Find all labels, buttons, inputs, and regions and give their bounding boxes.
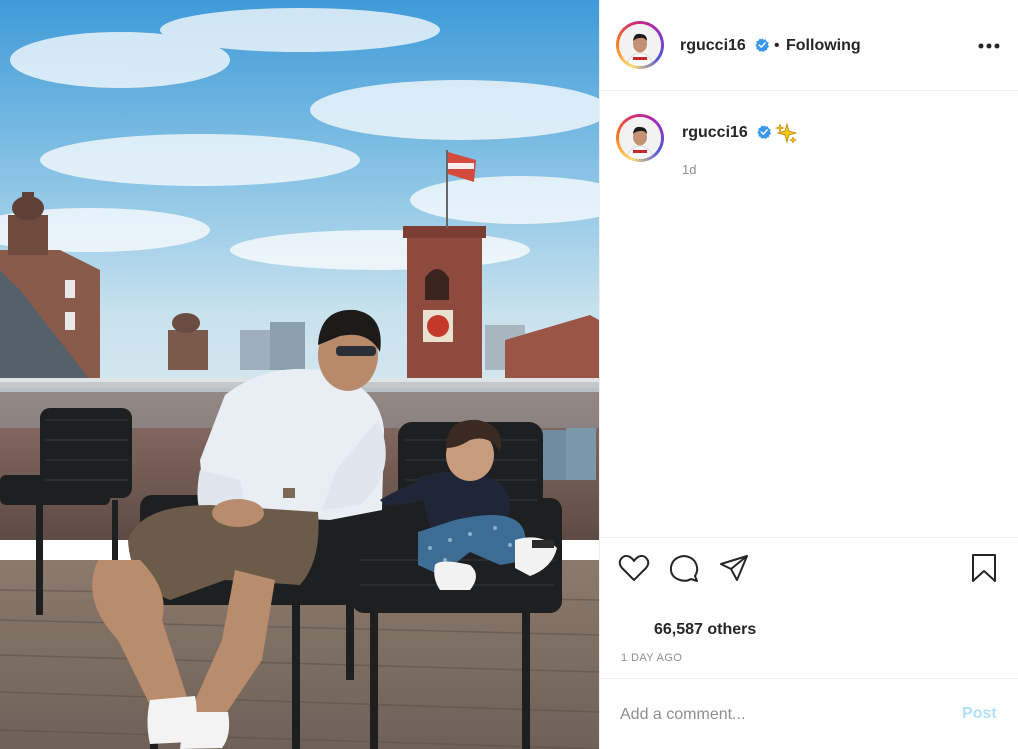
- likes-count[interactable]: 66,587 others: [654, 621, 756, 639]
- sparkles-icon: [775, 122, 797, 144]
- post-header: rgucci16 • Following: [600, 0, 1018, 91]
- bookmark-icon[interactable]: [968, 552, 1000, 584]
- post-photo[interactable]: [0, 0, 599, 749]
- author-avatar[interactable]: [616, 21, 664, 69]
- action-bar: 66,587 others 1 DAY AGO: [600, 537, 1018, 664]
- caption-username[interactable]: rgucci16: [682, 124, 748, 142]
- comment-icon[interactable]: [668, 552, 700, 584]
- verified-badge-icon: [755, 38, 769, 52]
- caption-timestamp[interactable]: 1d: [682, 162, 696, 177]
- verified-badge-icon: [757, 125, 771, 139]
- comment-bar: Post: [600, 678, 1018, 749]
- post-side-panel: rgucci16 • Following rgucci16 1d 66,587 …: [599, 0, 1018, 749]
- share-icon[interactable]: [718, 552, 750, 584]
- post-comment-button[interactable]: Post: [962, 705, 997, 723]
- header-separator: •: [774, 37, 780, 54]
- caption-author-avatar[interactable]: [616, 114, 664, 162]
- post-photo-image: [0, 0, 599, 749]
- avatar-image: [619, 117, 661, 159]
- following-button[interactable]: Following: [786, 37, 861, 55]
- post-modal: rgucci16 • Following rgucci16 1d 66,587 …: [0, 0, 1018, 749]
- post-age[interactable]: 1 DAY AGO: [621, 652, 682, 664]
- avatar-image: [619, 24, 661, 66]
- heart-icon[interactable]: [618, 552, 650, 584]
- comment-input[interactable]: [620, 703, 940, 727]
- more-options-icon[interactable]: [976, 36, 1002, 56]
- header-username[interactable]: rgucci16: [680, 37, 746, 55]
